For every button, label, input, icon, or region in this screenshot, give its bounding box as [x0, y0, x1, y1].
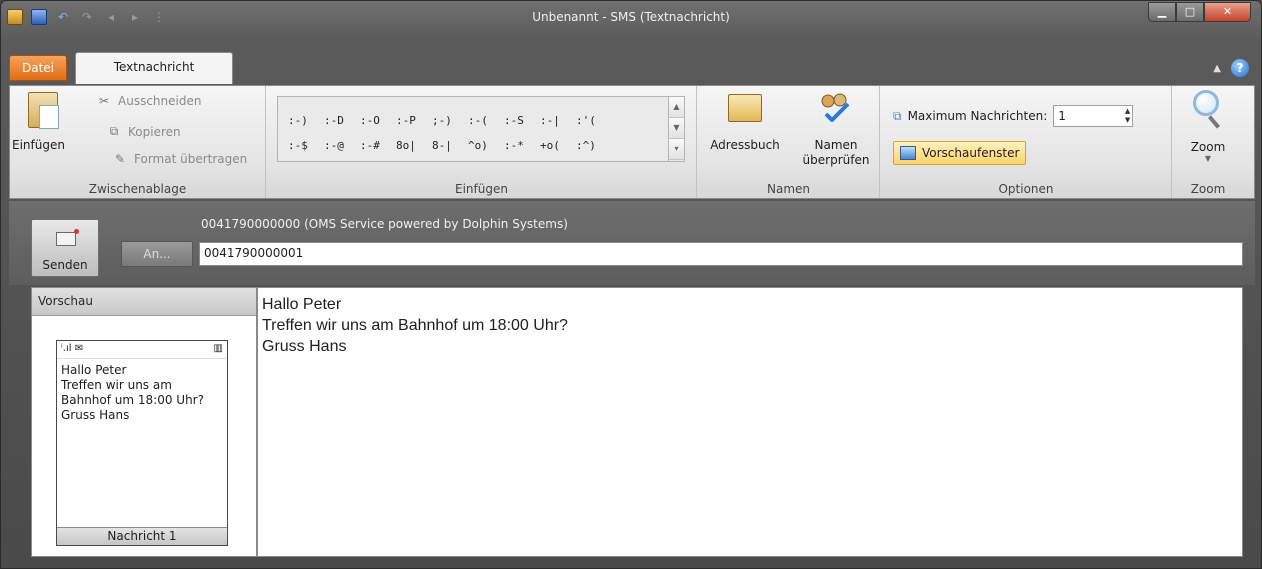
- to-button[interactable]: An...: [121, 241, 193, 267]
- signal-envelope-icon: ⁱ.ıl ✉: [61, 343, 84, 354]
- group-names: Adressbuch Namen überprüfen Namen: [698, 86, 880, 198]
- emoticon-row-2: :-$ :-@ :-# 8o| 8-| ^o) :-* +o( :^): [288, 139, 612, 152]
- title-bar: ↶ ↷ ◂ ▸ ⋮ Unbenannt - SMS (Textnachricht…: [1, 1, 1261, 33]
- emoticon-row-1: :-) :-D :-O :-P ;-) :-( :-S :-| :'(: [288, 114, 612, 127]
- preview-pane-toggle[interactable]: Vorschaufenster: [893, 141, 1027, 165]
- emoticon[interactable]: :-S: [504, 114, 540, 127]
- paste-icon: [28, 92, 59, 129]
- preview-pane: Vorschau ⁱ.ıl ✉ ▥ Hallo Peter Treffen wi…: [31, 287, 257, 557]
- sms-window: ↶ ↷ ◂ ▸ ⋮ Unbenannt - SMS (Textnachricht…: [0, 0, 1262, 569]
- check-names-button[interactable]: Namen überprüfen: [794, 86, 878, 172]
- cut-button[interactable]: ✂ Ausschneiden: [96, 94, 201, 108]
- scissors-icon: ✂: [98, 94, 110, 108]
- group-label-zoom: Zoom: [1190, 182, 1226, 196]
- emoticon[interactable]: :-O: [360, 114, 396, 127]
- emoticon[interactable]: :-$: [288, 139, 324, 152]
- address-book-icon: [728, 94, 762, 122]
- message-header: Senden An... 0041790000000 (OMS Service …: [9, 201, 1255, 285]
- emoticon[interactable]: :^): [576, 139, 612, 152]
- window-controls: ▁ □ ✕: [1148, 2, 1251, 22]
- max-messages-label: Maximum Nachrichten:: [907, 109, 1048, 123]
- group-label-insert: Einfügen: [455, 182, 508, 196]
- send-envelope-icon: [56, 229, 79, 246]
- emoticon[interactable]: :-): [288, 114, 324, 127]
- group-label-clipboard: Zwischenablage: [88, 182, 187, 196]
- group-clipboard: Einfügen ✂ Ausschneiden ⧉ Kopieren ✎ For…: [10, 86, 266, 198]
- brush-icon: ✎: [114, 152, 126, 166]
- zoom-button[interactable]: Zoom ▼: [1173, 86, 1243, 172]
- phone-message: Hallo Peter Treffen wir uns am Bahnhof u…: [61, 363, 204, 422]
- emoticon[interactable]: ;-): [432, 114, 468, 127]
- emoticon[interactable]: :-D: [324, 114, 360, 127]
- emoticon[interactable]: :-#: [360, 139, 396, 152]
- collapse-ribbon-icon[interactable]: ▲: [1213, 63, 1221, 74]
- message-counter: Nachricht 1: [57, 527, 227, 545]
- close-button[interactable]: ✕: [1204, 2, 1251, 22]
- emoticon[interactable]: :-|: [540, 114, 576, 127]
- magnifier-icon: [1193, 90, 1219, 116]
- recipient-field[interactable]: 0041790000001: [199, 242, 1243, 266]
- minimize-button[interactable]: ▁: [1148, 2, 1176, 22]
- group-label-options: Optionen: [998, 182, 1054, 196]
- gallery-scrollbar[interactable]: ▲ ▼ ▾: [668, 97, 684, 161]
- help-icon[interactable]: ?: [1231, 59, 1249, 77]
- max-messages-spinner[interactable]: 1 ▲ ▼: [1053, 105, 1134, 127]
- sender-info: 0041790000000 (OMS Service powered by Do…: [201, 217, 568, 231]
- group-insert: :-) :-D :-O :-P ;-) :-( :-S :-| :'( :-$ …: [267, 86, 697, 198]
- scroll-up-icon[interactable]: ▲: [669, 97, 684, 118]
- emoticon[interactable]: :'(: [576, 114, 612, 127]
- format-painter-button[interactable]: ✎ Format übertragen: [112, 152, 247, 166]
- emoticon[interactable]: 8-|: [432, 139, 468, 152]
- group-label-names: Namen: [766, 182, 810, 196]
- emoticon[interactable]: :-P: [396, 114, 432, 127]
- emoticon-gallery[interactable]: :-) :-D :-O :-P ;-) :-( :-S :-| :'( :-$ …: [277, 96, 685, 162]
- preview-pane-icon: [900, 146, 916, 160]
- copy-button[interactable]: ⧉ Kopieren: [106, 124, 181, 139]
- ribbon-controls: ▲ ?: [1213, 59, 1249, 77]
- spinner-arrows-icon[interactable]: ▲ ▼: [1125, 107, 1130, 125]
- send-button[interactable]: Senden: [31, 219, 99, 277]
- battery-icon: ▥: [213, 343, 223, 354]
- maximize-button[interactable]: □: [1176, 2, 1204, 22]
- emoticon[interactable]: ^o): [468, 139, 504, 152]
- gallery-more-icon[interactable]: ▾: [669, 139, 684, 160]
- scroll-down-icon[interactable]: ▼: [669, 118, 684, 139]
- phone-status-bar: ⁱ.ıl ✉ ▥: [57, 341, 227, 359]
- emoticon[interactable]: 8o|: [396, 139, 432, 152]
- group-zoom: Zoom ▼ Zoom: [1173, 86, 1243, 198]
- paste-button[interactable]: Einfügen: [10, 86, 80, 172]
- address-book-button[interactable]: Adressbuch: [704, 86, 786, 172]
- zoom-dropdown-icon: ▼: [1204, 154, 1212, 163]
- phone-preview: ⁱ.ıl ✉ ▥ Hallo Peter Treffen wir uns am …: [56, 340, 228, 546]
- window-title: Unbenannt - SMS (Textnachricht): [532, 10, 730, 24]
- group-options: ⧉ Maximum Nachrichten: 1 ▲ ▼ Vorschaufens…: [881, 86, 1172, 198]
- copy-icon: ⧉: [109, 124, 119, 138]
- message-editor[interactable]: Hallo Peter Treffen wir uns am Bahnhof u…: [257, 287, 1243, 557]
- emoticon[interactable]: :-(: [468, 114, 504, 127]
- copy-pages-icon: ⧉: [893, 108, 902, 123]
- preview-title: Vorschau: [32, 288, 256, 316]
- ribbon: Einfügen ✂ Ausschneiden ⧉ Kopieren ✎ For…: [9, 85, 1255, 199]
- check-names-icon: [821, 93, 850, 122]
- tab-textnachricht[interactable]: Textnachricht: [75, 52, 233, 84]
- tab-file[interactable]: Datei: [9, 55, 67, 81]
- emoticon[interactable]: :-*: [504, 139, 540, 152]
- max-messages-row: ⧉ Maximum Nachrichten: 1 ▲ ▼: [893, 105, 1134, 127]
- emoticon[interactable]: :-@: [324, 139, 360, 152]
- emoticon[interactable]: +o(: [540, 139, 576, 152]
